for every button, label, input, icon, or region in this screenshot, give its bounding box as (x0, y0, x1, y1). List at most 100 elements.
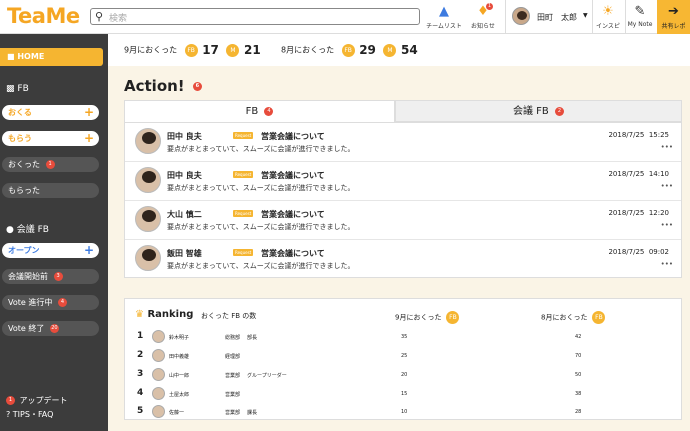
more-icon[interactable]: ••• (661, 143, 673, 151)
ranking-title: ♛ Ranking (135, 309, 193, 320)
list-item[interactable]: 飯田 智雄 Request 営業会議について 2018/7/25 09:02 要… (125, 240, 681, 279)
ranking-subtitle: おくった FB の数 (201, 312, 257, 320)
plus-icon: + (83, 243, 94, 257)
more-icon[interactable]: ••• (661, 260, 673, 268)
before-meeting-label: 会議開始前 (8, 272, 48, 281)
help-icon: ? (6, 410, 11, 419)
table-row[interactable]: 3 山中一郎 営業部 グループリーダー 20 50 (125, 366, 683, 385)
rank-number: 1 (137, 331, 144, 341)
fb-coin: FB (341, 43, 355, 57)
sep-count: 35 (401, 334, 408, 340)
home-icon: ■ (7, 52, 15, 61)
member-name: 鈴木明子 (169, 335, 190, 341)
plus-icon: + (83, 131, 94, 145)
timestamp: 2018/7/25 14:10 (608, 170, 669, 178)
sidebar: ■ HOME ▩ FB おくる + もらう + おくった 1 もらった ● 会議… (0, 34, 108, 431)
mynote-button[interactable]: ✎ My Note (622, 3, 658, 28)
subject: 営業会議について (261, 210, 325, 219)
m-coin: M (383, 43, 397, 57)
chat-icon: ▩ (6, 84, 15, 94)
subject: 営業会議について (261, 171, 325, 180)
sidebar-item-home[interactable]: ■ HOME (0, 48, 103, 66)
vote-ongoing-label: Vote 進行中 (8, 298, 53, 307)
request-tag: Request (233, 132, 254, 139)
team-icon: ▲ (439, 4, 449, 19)
team-list-button[interactable]: ▲ チームリスト (424, 3, 464, 30)
avatar (152, 349, 165, 362)
shared-report-button[interactable]: ➔ 共有レポ (657, 0, 690, 34)
sidebar-item-received[interactable]: もらった (2, 183, 99, 198)
sidebar-item-receive[interactable]: もらう + (2, 131, 99, 146)
sent-badge: 1 (45, 160, 55, 169)
avatar (152, 387, 165, 400)
action-tabs: FB 4 会議 FB 2 (124, 100, 682, 122)
table-row[interactable]: 4 土屋太郎 営業部 15 38 (125, 385, 683, 404)
avatar (135, 245, 161, 271)
member-name: 土屋太郎 (169, 392, 190, 398)
meeting-section-label: 会議 FB (16, 225, 49, 235)
tab-meeting-fb[interactable]: 会議 FB 2 (395, 100, 682, 122)
list-item[interactable]: 大山 慎二 Request 営業会議について 2018/7/25 12:20 要… (125, 201, 681, 240)
timestamp: 2018/7/25 12:20 (608, 209, 669, 217)
tab-meeting-label: 会議 FB (513, 106, 549, 117)
fb-coin: FB (184, 43, 198, 57)
meeting-section-heading: ● 会議 FB (6, 222, 49, 235)
app-logo[interactable]: TeaMe (7, 4, 80, 28)
table-row[interactable]: 1 鈴木明子 総務部 部長 35 42 (125, 328, 683, 347)
insight-button[interactable]: ☀ インスピ (590, 3, 626, 30)
rank-number: 5 (137, 406, 144, 416)
aug-label: 8月におくった (281, 45, 335, 55)
notice-button[interactable]: ♦ 1 お知らせ (463, 3, 503, 30)
aug-count: 42 (575, 334, 582, 340)
sidebar-item-before-meeting[interactable]: 会議開始前 3 (2, 269, 99, 284)
sender-name: 田中 良夫 (167, 171, 202, 180)
sidebar-item-send[interactable]: おくる + (2, 105, 99, 120)
fb-section-label: FB (17, 84, 29, 94)
vote-ongoing-badge: 4 (57, 298, 67, 307)
list-item[interactable]: 田中 良夫 Request 営業会議について 2018/7/25 15:25 要… (125, 123, 681, 162)
avatar (512, 7, 530, 25)
sidebar-item-open[interactable]: オープン + (2, 243, 99, 258)
sidebar-item-update[interactable]: 1 アップデート (6, 395, 68, 406)
tab-fb[interactable]: FB 4 (124, 100, 395, 122)
timestamp: 2018/7/25 15:25 (608, 131, 669, 139)
ranking-panel: ♛ Ranking おくった FB の数 9月におくった FB 8月におくった FB… (124, 298, 682, 420)
table-row[interactable]: 5 佐藤一 営業部 課長 10 28 (125, 403, 683, 422)
aug-count: 28 (575, 409, 582, 415)
sidebar-item-tips[interactable]: ? TIPS・FAQ (6, 409, 53, 420)
more-icon[interactable]: ••• (661, 221, 673, 229)
sidebar-item-vote-done[interactable]: Vote 終了 20 (2, 321, 99, 336)
subject: 営業会議について (261, 249, 325, 258)
note-icon: ✎ (634, 4, 646, 19)
sidebar-item-sent[interactable]: おくった 1 (2, 157, 99, 172)
home-label: HOME (17, 52, 45, 61)
sidebar-item-vote-ongoing[interactable]: Vote 進行中 4 (2, 295, 99, 310)
send-label: おくる (8, 108, 32, 117)
aug-m-count: 54 (400, 43, 418, 57)
vote-done-label: Vote 終了 (8, 324, 45, 333)
notice-label: お知らせ (471, 23, 495, 30)
m-coin: M (226, 43, 240, 57)
receive-label: もらう (8, 134, 32, 143)
request-tag: Request (233, 249, 254, 256)
sender-name: 田中 良夫 (167, 132, 202, 141)
table-row[interactable]: 2 田中義雄 経理部 25 70 (125, 347, 683, 366)
tips-label: TIPS・FAQ (12, 410, 54, 419)
sep-count: 15 (401, 391, 408, 397)
sender-name: 大山 慎二 (167, 210, 202, 219)
excerpt: 要点がまとまっていて、スムーズに会議が進行できました。 (167, 262, 355, 270)
user-name: 田町 太郎 (537, 13, 577, 22)
search-input[interactable]: ⚲ 検索 (90, 8, 420, 25)
avatar (152, 368, 165, 381)
vote-done-badge: 20 (49, 324, 59, 333)
member-name: 田中義雄 (169, 354, 190, 360)
member-dept: 営業部 (225, 410, 241, 416)
list-item[interactable]: 田中 良夫 Request 営業会議について 2018/7/25 14:10 要… (125, 162, 681, 201)
lightbulb-icon: ☀ (602, 4, 614, 19)
share-icon: ➔ (668, 4, 679, 19)
tab-fb-badge: 4 (264, 106, 274, 116)
before-meeting-badge: 3 (53, 272, 63, 281)
more-icon[interactable]: ••• (661, 182, 673, 190)
member-dept: 営業部 (225, 392, 241, 398)
people-icon: ● (6, 225, 14, 235)
